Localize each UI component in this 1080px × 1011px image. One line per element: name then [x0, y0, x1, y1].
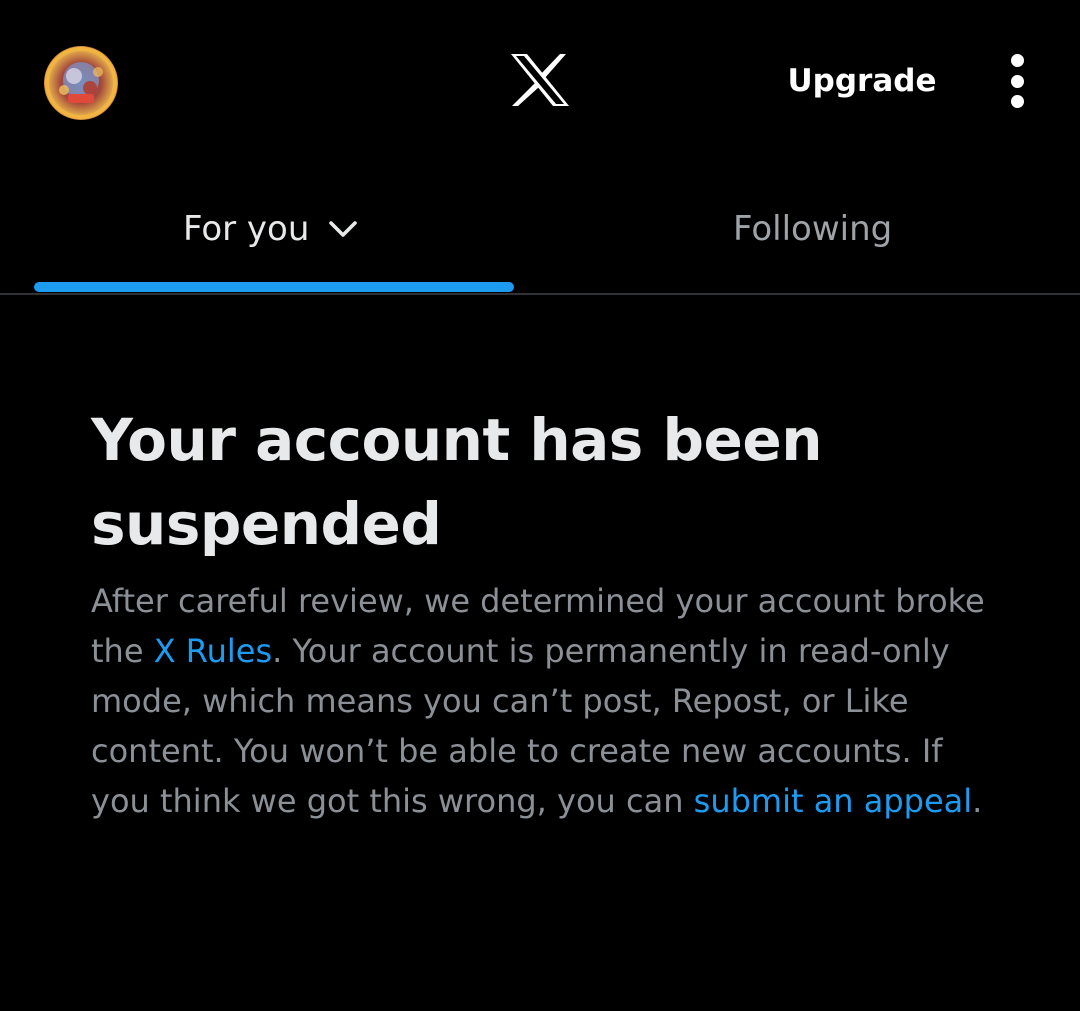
notice-title: Your account has been suspended	[91, 406, 822, 558]
tab-for-you[interactable]: For you	[0, 165, 540, 293]
user-avatar[interactable]	[44, 46, 118, 120]
x-rules-link[interactable]: X Rules	[154, 632, 272, 670]
more-vertical-icon[interactable]	[1000, 52, 1036, 110]
more-dot	[1011, 54, 1024, 67]
chevron-down-icon[interactable]	[325, 215, 361, 243]
suspension-notice: Your account has been suspended After ca…	[91, 398, 1021, 826]
avatar-image	[45, 47, 117, 119]
tab-following[interactable]: Following	[540, 165, 1080, 293]
upgrade-button[interactable]: Upgrade	[772, 57, 952, 105]
timeline-tabs: For you Following	[0, 165, 1080, 295]
top-app-bar: Upgrade	[0, 0, 1080, 165]
selected-tab-indicator	[34, 282, 514, 292]
tab-following-label: Following	[733, 209, 893, 249]
notice-text-part3: .	[972, 782, 983, 820]
more-dot	[1011, 95, 1024, 108]
tab-for-you-label: For you	[183, 209, 310, 249]
notice-message: After careful review, we determined your…	[91, 576, 1011, 826]
more-dot	[1011, 75, 1024, 88]
submit-appeal-link[interactable]: submit an appeal	[694, 782, 973, 820]
x-logo-icon[interactable]	[509, 52, 571, 108]
